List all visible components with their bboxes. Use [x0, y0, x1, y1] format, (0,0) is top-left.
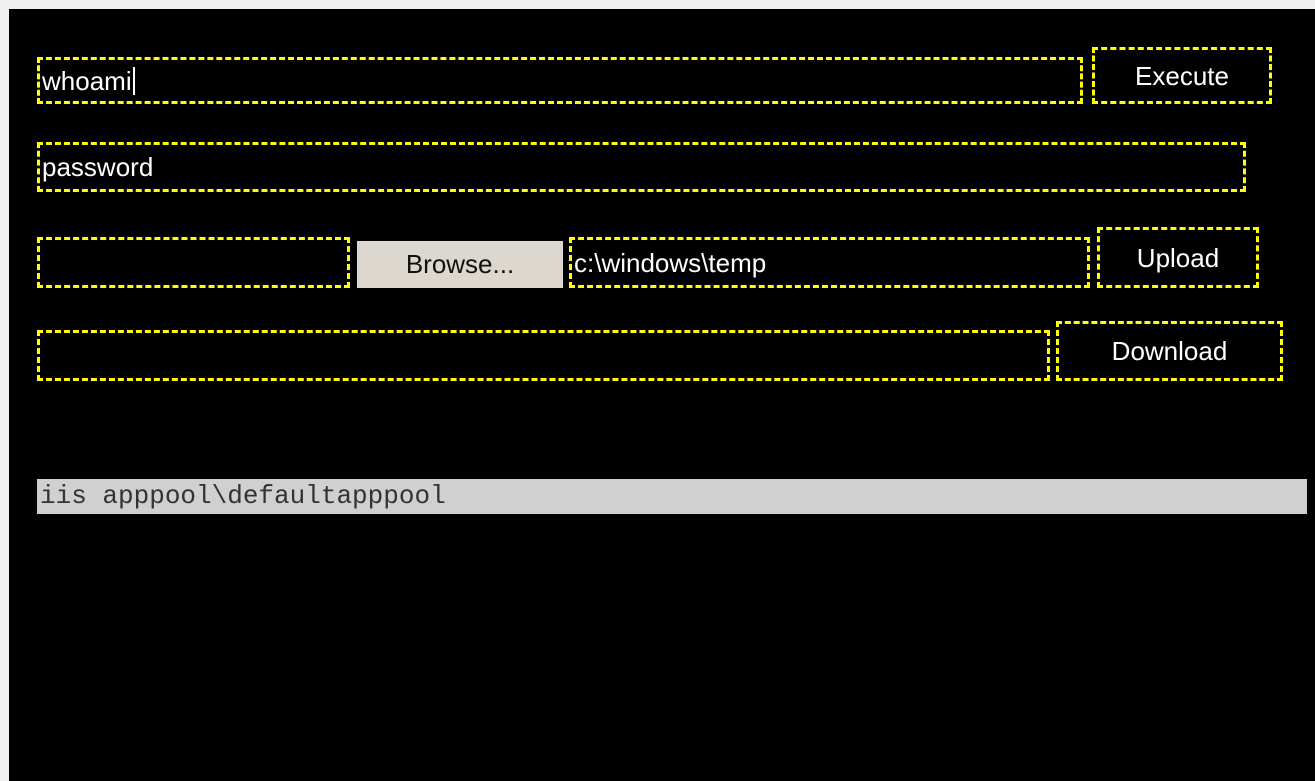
upload-path-input[interactable]: c:\windows\temp [569, 237, 1090, 288]
download-button-label: Download [1111, 336, 1228, 366]
browse-button-label: Browse... [405, 249, 515, 279]
upload-button[interactable]: Upload [1097, 227, 1259, 288]
password-input-value: password [42, 152, 154, 182]
command-input-value: whoami [42, 65, 132, 96]
text-caret [132, 66, 135, 95]
window-frame: whoami Execute password Browse... c:\win… [0, 0, 1315, 781]
execute-button[interactable]: Execute [1092, 47, 1272, 104]
command-output: iis apppool\defaultapppool [37, 479, 1307, 514]
command-input[interactable]: whoami [37, 57, 1083, 104]
webshell-page: whoami Execute password Browse... c:\win… [9, 9, 1315, 781]
browse-button[interactable]: Browse... [357, 241, 563, 288]
execute-button-label: Execute [1135, 60, 1229, 91]
download-button[interactable]: Download [1056, 321, 1283, 381]
upload-path-value: c:\windows\temp [574, 247, 767, 278]
password-input[interactable]: password [37, 142, 1246, 192]
upload-button-label: Upload [1136, 242, 1220, 273]
download-path-input[interactable] [37, 330, 1050, 381]
file-input[interactable] [37, 237, 350, 288]
